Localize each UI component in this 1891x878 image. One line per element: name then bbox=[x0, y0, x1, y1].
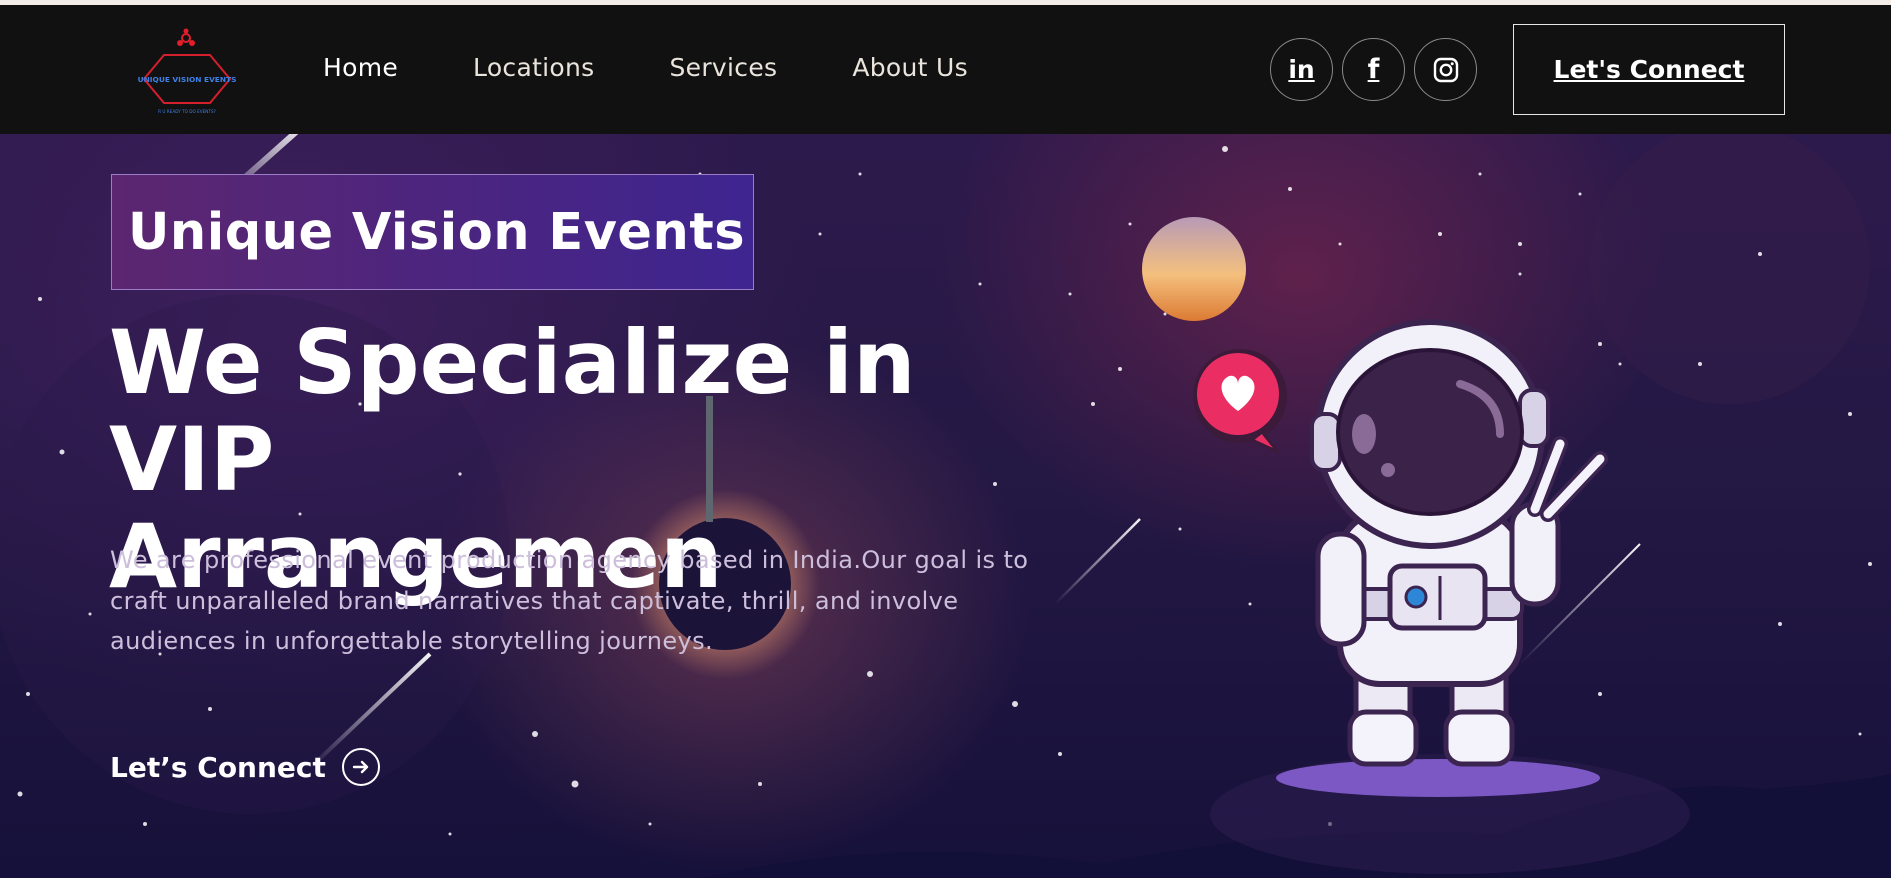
hero-cta-label: Let’s Connect bbox=[110, 750, 326, 784]
logo-tagline: R U READY TO DO EVENTS? bbox=[158, 109, 216, 114]
nav-link-locations[interactable]: Locations bbox=[473, 53, 594, 82]
instagram-icon bbox=[1433, 57, 1458, 82]
logo-text: UNIQUE VISION EVENTS bbox=[138, 75, 237, 84]
social-links: in f bbox=[1270, 38, 1477, 101]
brand-tag-text: Unique Vision Events bbox=[128, 202, 746, 262]
linkedin-icon: in bbox=[1288, 55, 1315, 84]
nav-link-about-us[interactable]: About Us bbox=[852, 53, 968, 82]
facebook-button[interactable]: f bbox=[1342, 38, 1405, 101]
astronaut-illustration bbox=[1276, 319, 1608, 797]
heart-badge-icon bbox=[1193, 349, 1287, 454]
typing-caret bbox=[706, 396, 713, 522]
main-nav: Home Locations Services About Us bbox=[323, 53, 1043, 82]
hero-section: Unique Vision Events We Specialize in VI… bbox=[0, 134, 1891, 878]
brand-tag: Unique Vision Events bbox=[111, 174, 754, 290]
linkedin-button[interactable]: in bbox=[1270, 38, 1333, 101]
site-logo[interactable]: UNIQUE VISION EVENTS R U READY TO DO EVE… bbox=[134, 27, 242, 119]
instagram-button[interactable] bbox=[1414, 38, 1477, 101]
arrow-right-circle-icon bbox=[341, 748, 380, 786]
hero-description: We are professional event production age… bbox=[110, 546, 1029, 655]
lets-connect-button[interactable]: Let's Connect bbox=[1513, 24, 1785, 115]
headline-line-1: We Specialize in VIP bbox=[109, 311, 916, 511]
hero-lets-connect-link[interactable]: Let’s Connect bbox=[110, 748, 380, 786]
nav-link-home[interactable]: Home bbox=[323, 53, 398, 82]
site-header: UNIQUE VISION EVENTS R U READY TO DO EVE… bbox=[0, 5, 1891, 134]
facebook-icon: f bbox=[1367, 54, 1380, 85]
nav-link-services[interactable]: Services bbox=[670, 53, 778, 82]
logo-emblem-icon bbox=[177, 28, 195, 46]
